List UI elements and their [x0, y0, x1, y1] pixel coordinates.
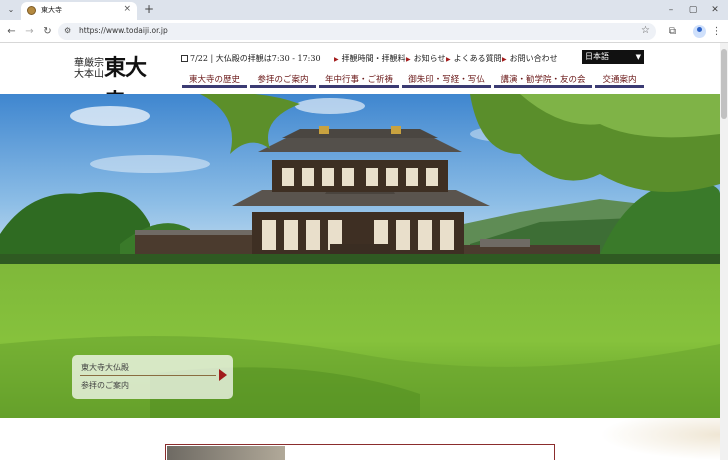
tab-close-button[interactable]: ×	[123, 4, 131, 14]
address-bar[interactable]: ⚙ https://www.todaiji.or.jp ☆	[58, 23, 656, 40]
language-value: 日本語	[585, 52, 609, 61]
quick-link-news[interactable]: ▶ お知らせ	[406, 53, 445, 64]
sect-name: 華厳宗 大本山	[74, 58, 104, 80]
extensions-icon[interactable]: ⧉	[665, 24, 680, 39]
browser-tab-bar: ⌄ 東大寺 × + – ▢ ✕	[0, 0, 728, 20]
content-below-hero	[0, 418, 720, 460]
dropdown-triangle-icon: ▼	[635, 53, 641, 61]
reload-icon[interactable]: ↻	[40, 24, 55, 39]
quick-link-faq[interactable]: ▶ よくある質問	[446, 53, 502, 64]
nav-access[interactable]: 交通案内	[595, 74, 644, 88]
browser-tab[interactable]: 東大寺 ×	[21, 2, 137, 20]
decorative-brush-stroke	[600, 418, 720, 460]
tab-title: 東大寺	[41, 6, 62, 14]
minimize-button[interactable]: –	[660, 3, 682, 17]
page-scrollbar[interactable]	[720, 43, 728, 460]
bookmark-star-icon[interactable]: ☆	[641, 25, 650, 36]
nav-visit-guide[interactable]: 参拝のご案内	[250, 74, 316, 88]
tab-list-button[interactable]: ⌄	[4, 3, 18, 17]
scrollbar-thumb[interactable]	[721, 49, 727, 119]
caption-subtitle: 参拝のご案内	[81, 381, 129, 390]
menu-kebab-icon[interactable]: ⋮	[709, 24, 724, 39]
temple-favicon-icon	[27, 6, 36, 15]
quick-link-label: 拝観時間・拝観料	[341, 54, 406, 63]
quick-link-label: お知らせ	[413, 54, 446, 63]
site-info-icon[interactable]: ⚙	[64, 26, 71, 35]
todaiji-logo[interactable]: 東大寺	[104, 51, 166, 115]
nav-lectures[interactable]: 講演・勧学院・友の会	[494, 74, 592, 88]
feature-card-thumbnail	[167, 446, 285, 460]
url-text[interactable]: https://www.todaiji.or.jp	[79, 26, 168, 35]
language-select[interactable]: 日本語 ▼	[582, 50, 644, 64]
quick-link-label: お問い合わせ	[509, 54, 558, 63]
hero-caption-card[interactable]: 東大寺大仏殿 参拝のご案内	[72, 355, 233, 399]
quick-link-hours[interactable]: ▶ 拝観時間・拝観料	[334, 53, 406, 64]
browser-toolbar: ← → ↻ ⚙ https://www.todaiji.or.jp ☆ ⧉ ⋮	[0, 20, 728, 43]
triangle-right-icon: ▶	[502, 56, 507, 63]
nav-history[interactable]: 東大寺の歴史	[182, 74, 247, 88]
quick-link-contact[interactable]: ▶ お問い合わせ	[502, 53, 558, 64]
caption-title: 東大寺大仏殿	[81, 363, 129, 372]
close-window-button[interactable]: ✕	[704, 3, 726, 17]
new-tab-button[interactable]: +	[142, 2, 156, 16]
maximize-button[interactable]: ▢	[682, 3, 704, 17]
calendar-icon	[181, 55, 188, 62]
web-page: 華厳宗 大本山 東大寺 7/22 | 大仏殿の拝観は7:30 - 17:30 ▶…	[0, 43, 720, 460]
nav-goshuin[interactable]: 御朱印・写経・写仏	[402, 74, 491, 88]
next-arrow-icon[interactable]	[219, 369, 227, 381]
forward-arrow-icon[interactable]: →	[22, 24, 37, 39]
triangle-right-icon: ▶	[446, 56, 451, 63]
triangle-right-icon: ▶	[334, 56, 339, 63]
caption-divider	[80, 375, 216, 376]
notice-text: 7/22 | 大仏殿の拝観は7:30 - 17:30	[190, 54, 321, 63]
opening-hours-notice: 7/22 | 大仏殿の拝観は7:30 - 17:30	[181, 53, 321, 64]
triangle-right-icon: ▶	[406, 56, 411, 63]
quick-link-label: よくある質問	[453, 54, 502, 63]
site-header: 華厳宗 大本山 東大寺 7/22 | 大仏殿の拝観は7:30 - 17:30 ▶…	[0, 43, 720, 115]
nav-events-prayer[interactable]: 年中行事・ご祈祷	[319, 74, 399, 88]
sect-line-2: 大本山	[74, 69, 104, 80]
profile-avatar-icon[interactable]	[693, 25, 706, 38]
back-arrow-icon[interactable]: ←	[4, 24, 19, 39]
sect-line-1: 華厳宗	[74, 58, 104, 69]
feature-card[interactable]	[165, 444, 555, 460]
